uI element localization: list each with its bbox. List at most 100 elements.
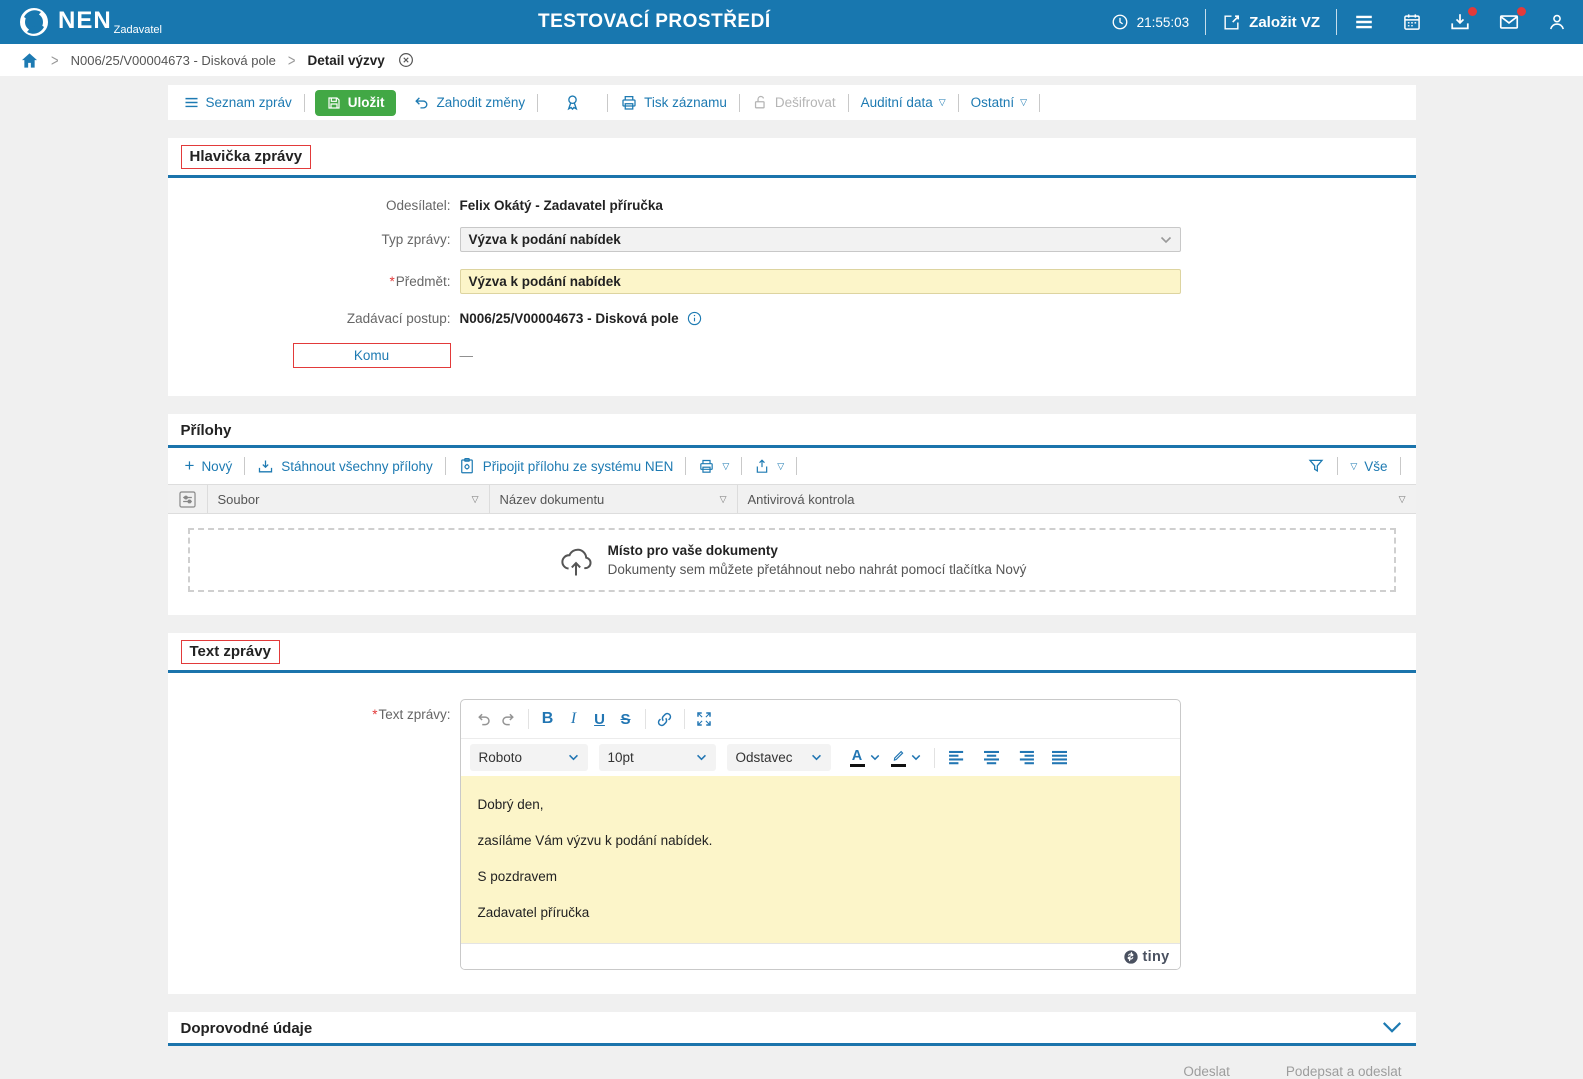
time-value: 21:55:03 [1136,14,1190,30]
message-type-row: Typ zprávy: Výzva k podání nabídek [168,227,1416,252]
font-family-select[interactable]: Roboto [469,744,588,771]
message-text-input[interactable]: Dobrý den, zasíláme Vám výzvu k podání n… [460,776,1180,943]
column-header-antivir[interactable]: Antivirová kontrola ▽ [738,485,1416,513]
editor-divider [527,709,529,729]
user-profile-icon[interactable] [1547,12,1567,32]
other-menu[interactable]: Ostatní ▽ [971,95,1027,110]
home-icon[interactable] [20,51,39,70]
other-label: Ostatní [970,95,1015,110]
filter-button[interactable] [1307,457,1325,475]
info-icon[interactable] [686,310,703,327]
chevron-down-icon [568,754,578,761]
highlighter-icon [893,750,903,761]
filter-all-menu[interactable]: ▽ Vše [1350,459,1387,474]
message-text-label: *Text zprávy: [372,707,451,722]
highlight-color-menu-chevron[interactable] [911,754,921,761]
discard-changes-button[interactable]: Zahodit změny [412,94,525,111]
new-attachment-label: Nový [201,458,233,474]
seal-ribbon-icon[interactable] [563,93,582,112]
create-vz-button[interactable]: Založit VZ [1222,13,1320,32]
strikethrough-icon[interactable]: S [613,706,639,732]
column-filter-icon[interactable]: ▽ [1399,494,1406,504]
toolbar-divider [303,93,305,112]
rich-text-editor: B I U S Roboto 10pt Odstavec A Dobrý den… [459,699,1181,970]
messages-icon[interactable] [1498,7,1526,33]
save-label: Uložit [347,95,385,110]
app-header: NEN Zadavatel TESTOVACÍ PROSTŘEDÍ 21:55:… [0,0,1583,44]
italic-icon[interactable]: I [561,706,587,732]
new-attachment-button[interactable]: + Nový [185,457,233,474]
column-header-soubor[interactable]: Soubor ▽ [208,485,490,513]
block-format-select[interactable]: Odstavec [726,744,831,771]
menu-icon[interactable] [1353,11,1375,33]
subject-label: *Předmět: [389,274,451,289]
header-divider [1205,9,1207,35]
server-time: 21:55:03 [1111,13,1190,31]
align-right-icon[interactable] [1013,745,1039,771]
breadcrumb-procedure[interactable]: N006/25/V00004673 - Disková pole [71,53,276,68]
message-type-select[interactable]: Výzva k podání nabídek [459,227,1181,252]
bold-icon[interactable]: B [535,706,561,732]
message-text-section: Text zprávy *Text zprávy: B I U S Roboto… [167,633,1416,994]
redo-button[interactable] [496,706,522,732]
save-button[interactable]: Uložit [314,89,396,116]
record-toolbar: Seznam zpráv Uložit Zahodit změny Tisk z… [167,85,1416,120]
toolbar-divider [607,93,609,112]
toolbar-divider [738,93,740,112]
text-color-menu-chevron[interactable] [870,754,880,761]
expand-section-chevron-icon[interactable] [1381,1020,1403,1036]
align-center-icon[interactable] [979,745,1005,771]
message-list-button[interactable]: Seznam zpráv [183,94,292,111]
section-title-message-text: Text zprávy [180,640,280,664]
column-filter-icon[interactable]: ▽ [720,494,727,504]
send-button[interactable]: Odeslat [1183,1064,1230,1079]
dropdown-arrow-icon: ▽ [938,97,946,107]
nen-logo[interactable]: NEN Zadavatel [18,6,162,38]
decrypt-label: Dešifrovat [774,95,836,110]
subject-value: Výzva k podání nabídek [468,274,621,289]
text-color-button[interactable]: A [848,748,867,767]
breadcrumb-separator-icon: > [287,50,296,70]
undo-button[interactable] [470,706,496,732]
column-settings-button[interactable] [168,485,208,513]
block-format-value: Odstavec [735,750,793,765]
font-size-select[interactable]: 10pt [598,744,716,771]
align-left-icon[interactable] [945,745,971,771]
logo-text: NEN [58,7,112,34]
filter-all-label: Vše [1364,458,1388,474]
attach-from-nen-button[interactable]: Připojit přílohu ze systému NEN [458,457,674,475]
subject-input[interactable]: Výzva k podání nabídek [459,269,1181,294]
sign-and-send-button[interactable]: Podepsat a odeslat [1286,1064,1402,1079]
dropzone-title: Místo pro vaše dokumenty [607,543,778,558]
close-tab-icon[interactable] [397,51,415,69]
toolbar-divider [444,457,446,475]
section-title-message-header: Hlavička zprávy [180,145,312,169]
calendar-icon[interactable] [1402,12,1422,32]
attach-from-nen-label: Připojit přílohu ze systému NEN [482,458,674,474]
subject-row: *Předmět: Výzva k podání nabídek [168,269,1416,294]
print-attachments-menu[interactable]: ▽ [698,458,729,475]
decrypt-button[interactable]: Dešifrovat [752,94,836,111]
column-header-nazev[interactable]: Název dokumentu ▽ [490,485,738,513]
printer-icon [700,459,714,473]
inbox-downloads-icon[interactable] [1449,7,1477,33]
toolbar-divider [1399,457,1401,475]
audit-data-menu[interactable]: Auditní data ▽ [861,95,946,110]
message-header-section: Hlavička zprávy Odesílatel: Felix Okátý … [167,138,1416,396]
highlight-color-button[interactable] [889,749,908,767]
download-all-button[interactable]: Stáhnout všechny přílohy [257,458,433,475]
print-record-button[interactable]: Tisk záznamu [620,94,727,112]
environment-title: TESTOVACÍ PROSTŘEDÍ [538,11,771,32]
attachments-dropzone[interactable]: Místo pro vaše dokumenty Dokumenty sem m… [187,528,1396,592]
column-filter-icon[interactable]: ▽ [472,494,479,504]
export-menu[interactable]: ▽ [754,458,784,475]
message-paragraph: Zadavatel příručka [477,905,590,920]
link-icon[interactable] [652,706,678,732]
chevron-down-icon [811,754,821,761]
recipient-button[interactable]: Komu [292,343,451,368]
underline-icon[interactable]: U [587,706,613,732]
section-title-attachments: Přílohy [180,421,232,439]
align-justify-icon[interactable] [1047,745,1073,771]
highlight-color-swatch [890,763,906,767]
fullscreen-icon[interactable] [691,706,717,732]
